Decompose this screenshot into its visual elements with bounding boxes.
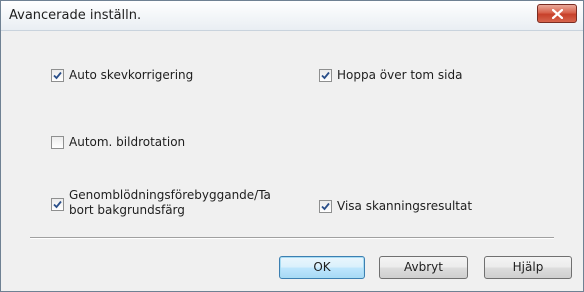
checkmark-icon — [53, 200, 62, 209]
dialog-window: Avancerade inställn. Auto skevkorrigerin… — [0, 0, 584, 292]
checkmark-icon — [321, 202, 330, 211]
checkbox-box[interactable] — [51, 69, 64, 82]
checkbox-label: Visa skanningsresultat — [337, 199, 473, 213]
checkbox-box[interactable] — [51, 198, 64, 211]
cancel-button[interactable]: Avbryt — [379, 256, 468, 279]
checkbox-box[interactable] — [51, 136, 64, 149]
checkbox-box[interactable] — [319, 69, 332, 82]
close-icon — [552, 9, 563, 19]
skip-blank-page-checkbox[interactable]: Hoppa över tom sida — [319, 68, 462, 83]
checkbox-label: Genomblödningsförebyggande/Ta bort bakgr… — [69, 188, 271, 217]
checkbox-label: Autom. bildrotation — [69, 135, 186, 149]
dialog-title: Avancerade inställn. — [9, 8, 142, 23]
auto-skew-correction-checkbox[interactable]: Auto skevkorrigering — [51, 68, 193, 83]
divider — [30, 237, 554, 239]
checkbox-label: Auto skevkorrigering — [69, 68, 194, 82]
auto-image-rotation-checkbox[interactable]: Autom. bildrotation — [51, 135, 185, 150]
dialog-content: Auto skevkorrigering Hoppa över tom sida… — [1, 31, 583, 291]
checkbox-box[interactable] — [319, 200, 332, 213]
close-button[interactable] — [537, 4, 577, 23]
title-bar[interactable]: Avancerade inställn. — [1, 1, 583, 31]
checkmark-icon — [321, 71, 330, 80]
help-button[interactable]: Hjälp — [484, 256, 572, 279]
ok-button[interactable]: OK — [279, 256, 365, 279]
show-scan-results-checkbox[interactable]: Visa skanningsresultat — [319, 199, 472, 214]
checkbox-label: Hoppa över tom sida — [337, 68, 463, 82]
bleed-through-prevention-checkbox[interactable]: Genomblödningsförebyggande/Ta bort bakgr… — [51, 188, 284, 218]
checkmark-icon — [53, 71, 62, 80]
